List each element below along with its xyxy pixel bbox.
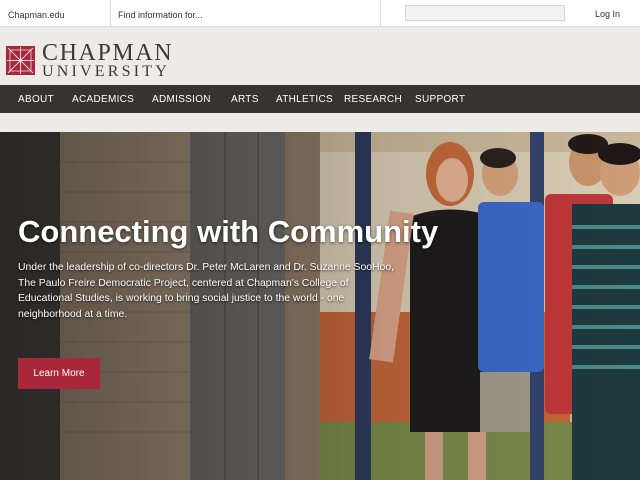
brand-header: CHAPMAN UNIVERSITY bbox=[0, 27, 640, 85]
nav-item-support[interactable]: SUPPORT bbox=[415, 85, 465, 113]
nav-item-athletics[interactable]: ATHLETICS bbox=[276, 85, 333, 113]
university-seal-icon[interactable] bbox=[6, 46, 35, 75]
learn-more-button[interactable]: Learn More bbox=[18, 358, 100, 389]
login-link[interactable]: Log In bbox=[595, 0, 620, 26]
hero-title: Connecting with Community bbox=[18, 214, 439, 249]
search-input[interactable] bbox=[405, 5, 565, 21]
hero-description: Under the leadership of co-directors Dr.… bbox=[18, 262, 394, 320]
logo-name-line2: UNIVERSITY bbox=[42, 63, 170, 80]
utility-bar: Chapman.edu Find information for... Log … bbox=[0, 0, 640, 27]
home-link[interactable]: Chapman.edu bbox=[0, 0, 111, 26]
logo-name-line1: CHAPMAN bbox=[42, 40, 174, 66]
nav-item-admission[interactable]: ADMISSION bbox=[152, 85, 211, 113]
nav-item-about[interactable]: ABOUT bbox=[18, 85, 54, 113]
nav-spacer bbox=[0, 113, 640, 132]
audience-dropdown[interactable]: Find information for... bbox=[111, 0, 381, 26]
nav-item-arts[interactable]: ARTS bbox=[231, 85, 259, 113]
university-logo[interactable]: CHAPMAN UNIVERSITY bbox=[42, 40, 174, 80]
hero-section: Connecting with Community Under the lead… bbox=[0, 132, 640, 480]
main-nav: ABOUT ACADEMICS ADMISSION ARTS ATHLETICS… bbox=[0, 85, 640, 113]
nav-item-research[interactable]: RESEARCH bbox=[344, 85, 402, 113]
nav-item-academics[interactable]: ACADEMICS bbox=[72, 85, 134, 113]
